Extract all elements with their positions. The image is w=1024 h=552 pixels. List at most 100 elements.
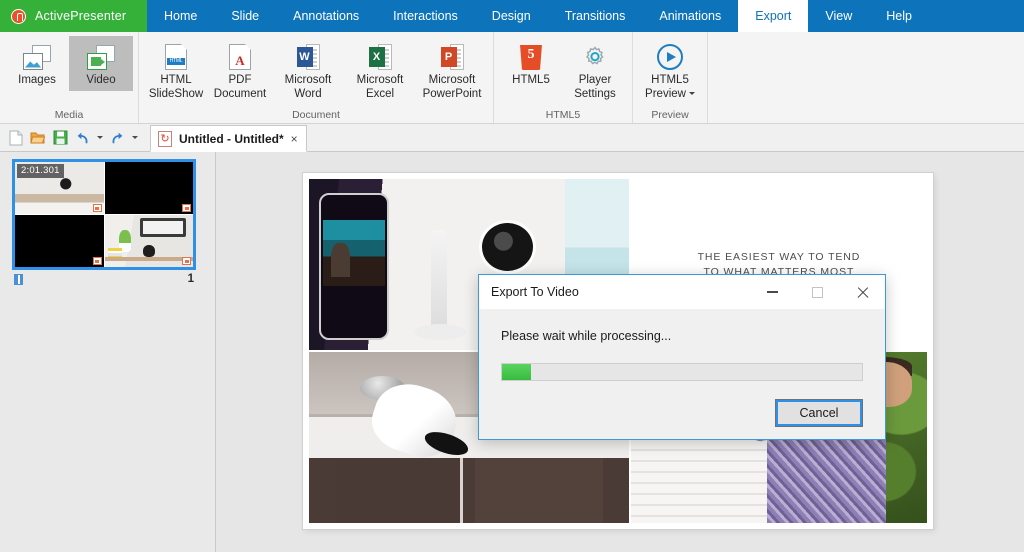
save-icon[interactable]: [50, 128, 70, 148]
export-excel-label-2: Excel: [365, 87, 395, 100]
export-video-button[interactable]: Video: [69, 36, 133, 91]
tab-help[interactable]: Help: [869, 0, 929, 32]
ribbon-group-preview-label: Preview: [651, 109, 689, 121]
slide-list-item[interactable]: 2:01.301 1: [12, 159, 205, 285]
cancel-button[interactable]: Cancel: [775, 399, 863, 427]
close-icon[interactable]: [840, 275, 885, 309]
html5-preview-label-1: HTML5: [651, 74, 689, 86]
slide-notes-icon[interactable]: [14, 273, 23, 285]
export-microsoft-word-button[interactable]: W Microsoft Word: [272, 36, 344, 104]
export-pdf-document-button[interactable]: A PDF Document: [208, 36, 272, 104]
export-to-video-dialog[interactable]: Export To Video Please wait while proces…: [478, 274, 886, 440]
dialog-title-bar: Export To Video: [479, 275, 885, 309]
export-ppt-label-2: PowerPoint: [422, 87, 482, 100]
export-excel-label-1: Microsoft: [356, 74, 404, 86]
slide-thumbnail-panel[interactable]: 2:01.301 1: [0, 152, 216, 552]
export-pdf-label-1: PDF: [228, 74, 252, 86]
tab-animations[interactable]: Animations: [642, 0, 738, 32]
html5-preview-label-2: Preview: [645, 87, 686, 100]
ribbon-group-media-label: Media: [54, 109, 84, 121]
chevron-down-icon[interactable]: [688, 91, 695, 95]
ribbon-group-document-label: Document: [292, 109, 340, 121]
new-icon[interactable]: [6, 128, 26, 148]
tab-annotations[interactable]: Annotations: [276, 0, 376, 32]
video-icon: [87, 40, 115, 74]
app-brand-label: ActivePresenter: [35, 9, 127, 23]
quick-access-toolbar-bar: Untitled - Untitled* ×: [0, 124, 1024, 152]
export-progress-fill: [502, 364, 531, 380]
tab-home[interactable]: Home: [147, 0, 214, 32]
ribbon-empty-space: [708, 32, 1024, 123]
camera-badge-icon: [92, 257, 102, 265]
maximize-icon[interactable]: [795, 275, 840, 309]
slide-tagline-line-1: THE EASIEST WAY TO TEND: [697, 250, 861, 263]
player-settings-button[interactable]: Player Settings: [563, 36, 627, 104]
redo-dropdown-caret-icon[interactable]: [129, 128, 140, 148]
slide-meta-row: 1: [12, 270, 196, 285]
html-slideshow-icon: HTML: [165, 40, 187, 74]
export-microsoft-excel-button[interactable]: X Microsoft Excel: [344, 36, 416, 104]
microsoft-excel-icon: X: [368, 40, 392, 74]
ribbon-group-html5: 5 HTML5 Player Settings HTML5: [494, 32, 633, 123]
tab-interactions[interactable]: Interactions: [376, 0, 475, 32]
player-settings-gear-icon: [582, 40, 608, 74]
html5-preview-play-icon: [657, 40, 683, 74]
undo-dropdown-caret-icon[interactable]: [94, 128, 105, 148]
images-icon: [23, 40, 51, 74]
document-tab[interactable]: Untitled - Untitled* ×: [150, 125, 307, 152]
thumb-camera-shape: [143, 245, 155, 257]
title-bar: ActivePresenter Home Slide Annotations I…: [0, 0, 1024, 32]
redo-icon[interactable]: [107, 128, 127, 148]
thumb-monitor-shape: [139, 218, 186, 237]
camera-badge-icon: [182, 204, 191, 212]
export-progress-bar: [501, 363, 863, 381]
export-images-button[interactable]: Images: [5, 36, 69, 91]
html5-preview-button[interactable]: HTML5 Preview: [638, 36, 702, 104]
door-right-shape: [475, 458, 604, 523]
dialog-footer: Cancel: [479, 381, 885, 427]
export-pdf-label-2: Document: [213, 87, 267, 100]
export-html-slideshow-button[interactable]: HTML HTML SlideShow: [144, 36, 208, 104]
tab-design[interactable]: Design: [475, 0, 548, 32]
export-video-label: Video: [86, 74, 116, 86]
thumb-desk-shape: [104, 257, 193, 261]
export-microsoft-powerpoint-button[interactable]: P Microsoft PowerPoint: [416, 36, 488, 104]
tab-view[interactable]: View: [808, 0, 869, 32]
export-html5-label: HTML5: [512, 74, 550, 86]
close-icon[interactable]: ×: [291, 133, 298, 145]
dialog-body: Please wait while processing...: [479, 309, 885, 381]
undo-icon[interactable]: [72, 128, 92, 148]
tab-export[interactable]: Export: [738, 0, 809, 32]
open-icon[interactable]: [28, 128, 48, 148]
tab-transitions[interactable]: Transitions: [548, 0, 643, 32]
ribbon-tabstrip: Home Slide Annotations Interactions Desi…: [147, 0, 1024, 32]
player-settings-label-1: Player: [578, 74, 612, 86]
html5-icon: 5: [520, 40, 542, 74]
microsoft-word-icon: W: [296, 40, 320, 74]
minimize-icon[interactable]: [750, 275, 795, 309]
ribbon-group-html5-label: HTML5: [545, 109, 581, 121]
slide-number: 1: [187, 273, 194, 285]
camera-badge-icon: [92, 204, 102, 212]
microsoft-powerpoint-icon: P: [440, 40, 464, 74]
camera-stand-shape: [430, 230, 447, 333]
slide-thumbnail-grid: [15, 162, 193, 267]
export-html-slideshow-label-2: SlideShow: [148, 87, 204, 100]
ribbon: Images Video Media HTML HTML SlideShow A…: [0, 32, 1024, 124]
export-word-label-1: Microsoft: [284, 74, 332, 86]
activepresenter-window: ActivePresenter Home Slide Annotations I…: [0, 0, 1024, 552]
dialog-title: Export To Video: [491, 285, 579, 299]
camera-badge-icon: [182, 257, 191, 265]
activepresenter-file-icon: [158, 130, 172, 147]
activepresenter-logo-icon: [11, 8, 26, 24]
export-images-label: Images: [18, 74, 56, 86]
ribbon-group-preview: HTML5 Preview Preview: [633, 32, 708, 123]
door-left-shape: [334, 458, 463, 523]
dialog-message: Please wait while processing...: [501, 329, 672, 343]
export-html5-button[interactable]: 5 HTML5: [499, 36, 563, 91]
export-html-slideshow-label-1: HTML: [160, 74, 192, 86]
slide-thumbnail[interactable]: 2:01.301: [12, 159, 196, 270]
tab-slide[interactable]: Slide: [214, 0, 276, 32]
thumb-cell-bottom-right: [104, 215, 193, 267]
phone-mockup-shape: [318, 192, 389, 340]
